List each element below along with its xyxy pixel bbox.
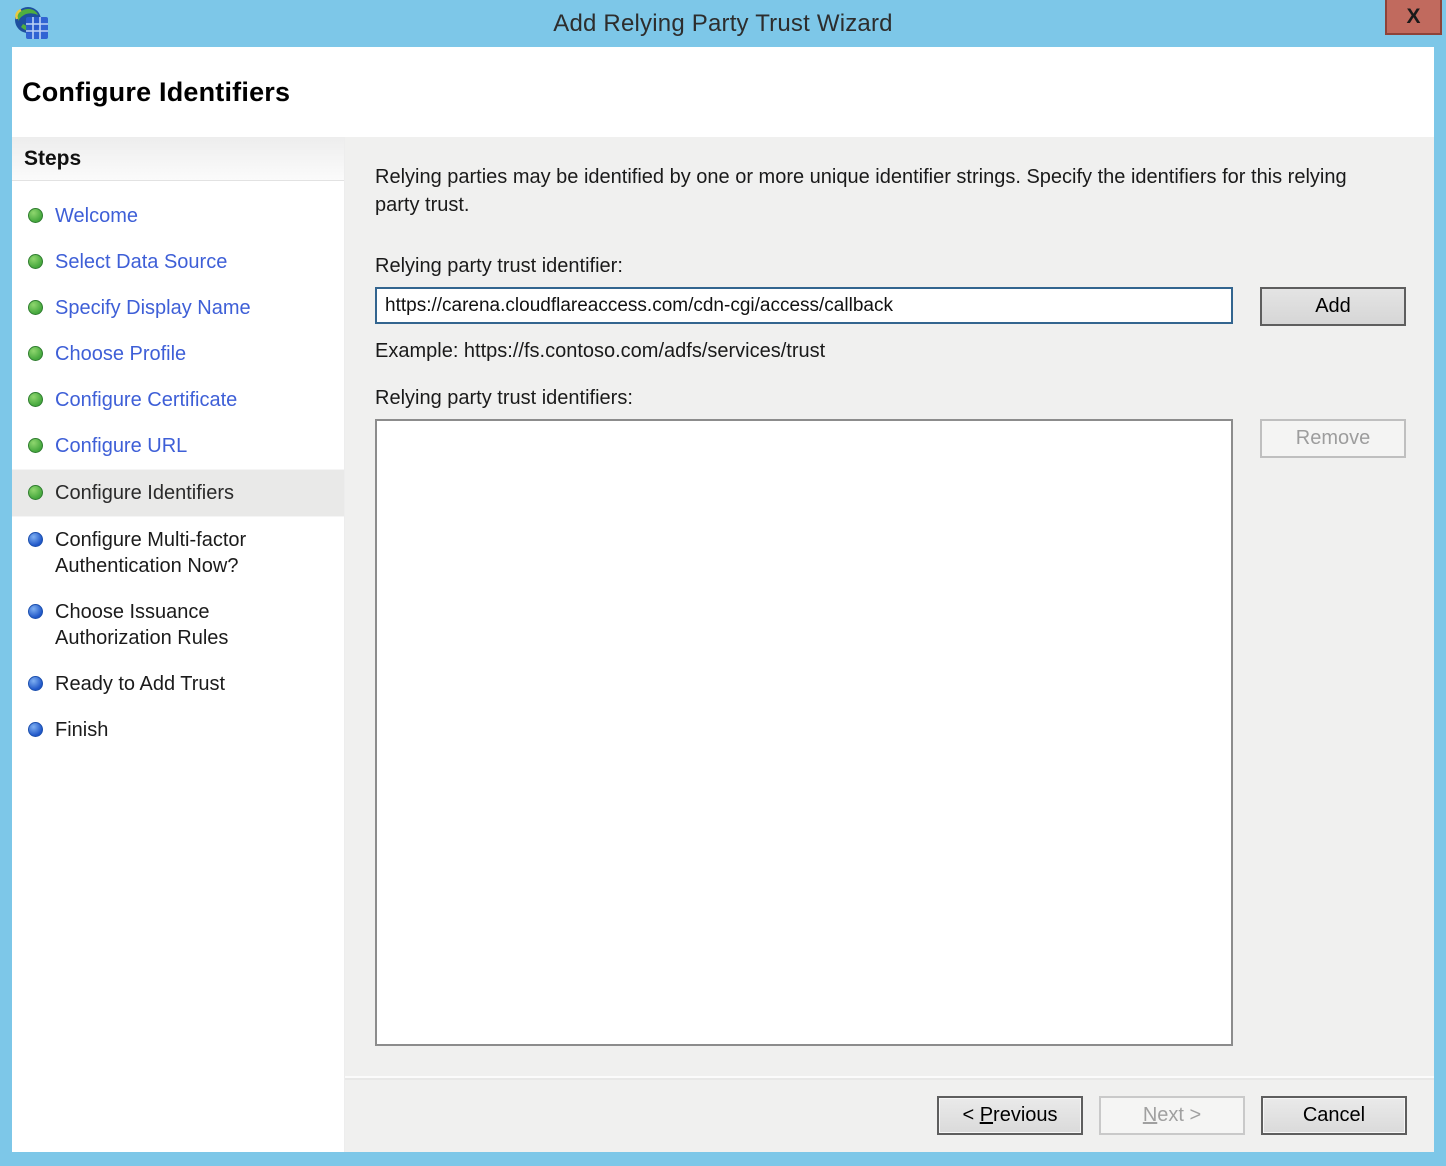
- previous-button[interactable]: < Previous: [937, 1096, 1083, 1135]
- step-configure-identifiers: Configure Identifiers: [12, 469, 344, 517]
- page-title: Configure Identifiers: [12, 77, 290, 108]
- step-completed-icon: [28, 300, 43, 315]
- close-button[interactable]: X: [1385, 0, 1442, 35]
- adfs-globe-icon: [12, 5, 50, 43]
- intro-text: Relying parties may be identified by one…: [375, 163, 1406, 219]
- step-upcoming-icon: [28, 722, 43, 737]
- next-button[interactable]: Next >: [1099, 1096, 1245, 1135]
- identifiers-list-label: Relying party trust identifiers:: [375, 387, 1406, 410]
- step-completed-icon: [28, 392, 43, 407]
- example-text: Example: https://fs.contoso.com/adfs/ser…: [375, 340, 1406, 363]
- step-ready-to-add-trust: Ready to Add Trust: [12, 661, 344, 707]
- step-welcome[interactable]: Welcome: [12, 193, 344, 239]
- step-choose-issuance-rules: Choose Issuance Authorization Rules: [12, 589, 344, 661]
- identifier-input[interactable]: [375, 287, 1233, 324]
- step-configure-mfa: Configure Multi-factor Authentication No…: [12, 517, 344, 589]
- close-x-icon: X: [1406, 5, 1420, 28]
- step-configure-url[interactable]: Configure URL: [12, 423, 344, 469]
- step-completed-icon: [28, 208, 43, 223]
- step-upcoming-icon: [28, 532, 43, 547]
- cancel-button[interactable]: Cancel: [1261, 1096, 1407, 1135]
- step-finish: Finish: [12, 707, 344, 753]
- wizard-frame: Configure Identifiers Steps Welcome Sele…: [12, 47, 1434, 1152]
- step-upcoming-icon: [28, 604, 43, 619]
- steps-list: Welcome Select Data Source Specify Displ…: [12, 181, 344, 753]
- identifiers-listbox[interactable]: [375, 419, 1233, 1046]
- step-specify-display-name[interactable]: Specify Display Name: [12, 285, 344, 331]
- steps-sidebar: Steps Welcome Select Data Source Specify…: [12, 137, 345, 1152]
- page-header: Configure Identifiers: [12, 47, 1434, 137]
- window-title: Add Relying Party Trust Wizard: [0, 10, 1446, 38]
- steps-header: Steps: [12, 137, 344, 181]
- step-select-data-source[interactable]: Select Data Source: [12, 239, 344, 285]
- step-completed-icon: [28, 346, 43, 361]
- step-configure-certificate[interactable]: Configure Certificate: [12, 377, 344, 423]
- add-button[interactable]: Add: [1260, 287, 1406, 326]
- titlebar: Add Relying Party Trust Wizard X: [0, 0, 1446, 47]
- step-upcoming-icon: [28, 676, 43, 691]
- wizard-footer: < Previous Next > Cancel: [345, 1076, 1434, 1152]
- content-pane: Relying parties may be identified by one…: [345, 137, 1434, 1152]
- remove-button[interactable]: Remove: [1260, 419, 1406, 458]
- step-completed-icon: [28, 254, 43, 269]
- step-completed-icon: [28, 485, 43, 500]
- wizard-window: Add Relying Party Trust Wizard X Configu…: [0, 0, 1446, 1166]
- step-choose-profile[interactable]: Choose Profile: [12, 331, 344, 377]
- step-completed-icon: [28, 438, 43, 453]
- identifier-label: Relying party trust identifier:: [375, 255, 1406, 278]
